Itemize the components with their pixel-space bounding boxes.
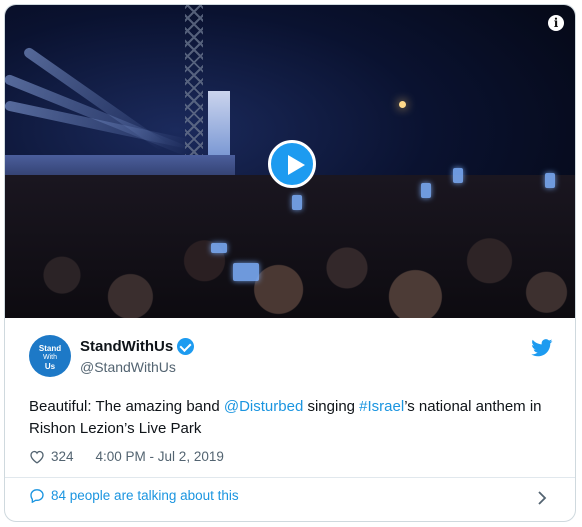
- conversation-label[interactable]: 84 people are talking about this: [51, 488, 239, 503]
- hashtag-link[interactable]: #Israel: [359, 398, 404, 415]
- phone-light: [233, 263, 259, 281]
- author-name-row[interactable]: StandWithUs: [80, 338, 195, 355]
- tweet-timestamp[interactable]: 4:00 PM - Jul 2, 2019: [96, 449, 224, 464]
- tweet-text-segment: Beautiful: The amazing band: [29, 398, 224, 415]
- concert-crowd: [5, 175, 575, 318]
- phone-light: [292, 195, 302, 210]
- chevron-right-icon[interactable]: [537, 491, 547, 505]
- heart-icon[interactable]: [29, 449, 45, 464]
- author-handle[interactable]: @StandWithUs: [80, 359, 176, 375]
- tweet-text-segment: singing: [303, 398, 360, 415]
- mention-link[interactable]: @Disturbed: [224, 398, 303, 415]
- divider: [5, 477, 575, 478]
- phone-light: [453, 168, 463, 183]
- conversation-link[interactable]: 84 people are talking about this: [29, 488, 239, 503]
- tweet-video[interactable]: i: [5, 5, 575, 318]
- avatar-text: With: [43, 354, 57, 361]
- tweet-text: Beautiful: The amazing band @Disturbed s…: [29, 396, 549, 440]
- phone-light: [421, 183, 431, 198]
- like-count[interactable]: 324: [51, 449, 74, 464]
- embedded-tweet-card[interactable]: i Stand With Us StandWithUs @StandWithUs…: [4, 4, 576, 522]
- display-name[interactable]: StandWithUs: [80, 338, 173, 355]
- verified-badge-icon: [177, 338, 195, 355]
- avatar-text: Stand: [38, 344, 62, 353]
- info-icon[interactable]: i: [548, 15, 564, 31]
- stage-screen: [208, 91, 230, 161]
- tweet-meta: 324 4:00 PM - Jul 2, 2019: [29, 449, 224, 464]
- twitter-bird-icon[interactable]: [531, 339, 553, 357]
- play-button[interactable]: [268, 140, 316, 188]
- phone-light: [545, 173, 555, 188]
- avatar-text: Us: [44, 362, 56, 371]
- street-lamp: [399, 101, 406, 108]
- reply-bubble-icon: [30, 489, 44, 503]
- avatar[interactable]: Stand With Us: [29, 335, 71, 377]
- phone-light: [211, 243, 227, 253]
